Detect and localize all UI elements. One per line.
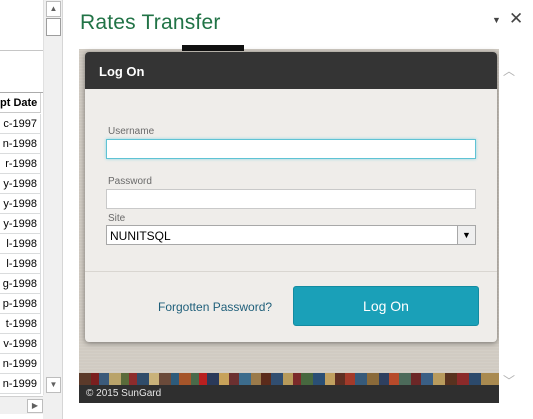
table-row[interactable]: v-1998: [0, 334, 41, 354]
table-row[interactable]: n-1999: [0, 374, 41, 394]
addin-frame: Log On Username Password Site NUNITSQL ▼…: [79, 45, 519, 403]
table-row[interactable]: y-1998: [0, 214, 41, 234]
excel-window: pt Date c-1997 n-1998 r-1998 y-1998 y-1998 y-…: [0, 0, 533, 419]
table-row[interactable]: c-1997: [0, 114, 41, 134]
site-label: Site: [108, 213, 126, 224]
table-row[interactable]: y-1998: [0, 174, 41, 194]
table-row[interactable]: l-1998: [0, 234, 41, 254]
table-row[interactable]: g-1998: [0, 274, 41, 294]
task-pane-title: Rates Transfer: [80, 11, 221, 34]
scroll-up-chevron-icon[interactable]: ︿: [502, 65, 516, 77]
table-row[interactable]: n-1999: [0, 354, 41, 374]
dialog-titlebar: Log On: [85, 52, 497, 89]
table-row[interactable]: t-1998: [0, 314, 41, 334]
formula-bar-divider: [0, 50, 43, 51]
table-row[interactable]: l-1998: [0, 254, 41, 274]
table-row[interactable]: y-1998: [0, 194, 41, 214]
site-select-value: NUNITSQL: [110, 229, 171, 243]
password-label: Password: [108, 176, 152, 187]
scroll-down-chevron-icon[interactable]: ﹀: [502, 375, 516, 387]
spreadsheet-area: pt Date c-1997 n-1998 r-1998 y-1998 y-1998 y-…: [0, 0, 62, 419]
logon-dialog: Log On Username Password Site NUNITSQL ▼…: [85, 52, 497, 342]
logon-button[interactable]: Log On: [293, 286, 479, 326]
dialog-divider: [85, 271, 497, 272]
scroll-right-arrow-icon[interactable]: ▶: [27, 399, 43, 413]
decorative-stripe-band: [79, 373, 499, 385]
site-select[interactable]: NUNITSQL ▼: [106, 225, 476, 245]
addin-top-strip: [79, 45, 499, 49]
scrollbar-corner: [43, 395, 62, 419]
sheet-vertical-scrollbar[interactable]: ▲ ▼: [43, 0, 62, 395]
task-pane: Rates Transfer ▼ ✕ Log On Username Passw…: [62, 0, 533, 419]
scroll-down-arrow-icon[interactable]: ▼: [46, 377, 61, 393]
pane-options-chevron-icon[interactable]: ▼: [492, 15, 501, 25]
table-row[interactable]: p-1998: [0, 294, 41, 314]
table-row[interactable]: n-1998: [0, 134, 41, 154]
password-field[interactable]: [106, 189, 476, 209]
username-field[interactable]: [106, 139, 476, 159]
addin-vertical-scrollbar[interactable]: ︿ ﹀: [499, 45, 519, 403]
username-label: Username: [108, 126, 155, 137]
copyright-text: © 2015 SunGard: [86, 388, 162, 399]
sheet-horizontal-scrollbar[interactable]: ▶: [0, 396, 43, 414]
pane-close-icon[interactable]: ✕: [509, 10, 523, 27]
scrollbar-thumb[interactable]: [46, 18, 61, 36]
addin-footer: © 2015 SunGard: [79, 385, 499, 403]
column-header-cell[interactable]: pt Date: [0, 93, 41, 113]
forgot-password-link[interactable]: Forgotten Password?: [158, 300, 272, 314]
dialog-title: Log On: [99, 64, 145, 79]
scroll-up-arrow-icon[interactable]: ▲: [46, 1, 61, 17]
addin-top-accent: [182, 45, 244, 51]
chevron-down-icon[interactable]: ▼: [457, 226, 475, 244]
column-header-area: [0, 56, 43, 93]
table-row[interactable]: r-1998: [0, 154, 41, 174]
